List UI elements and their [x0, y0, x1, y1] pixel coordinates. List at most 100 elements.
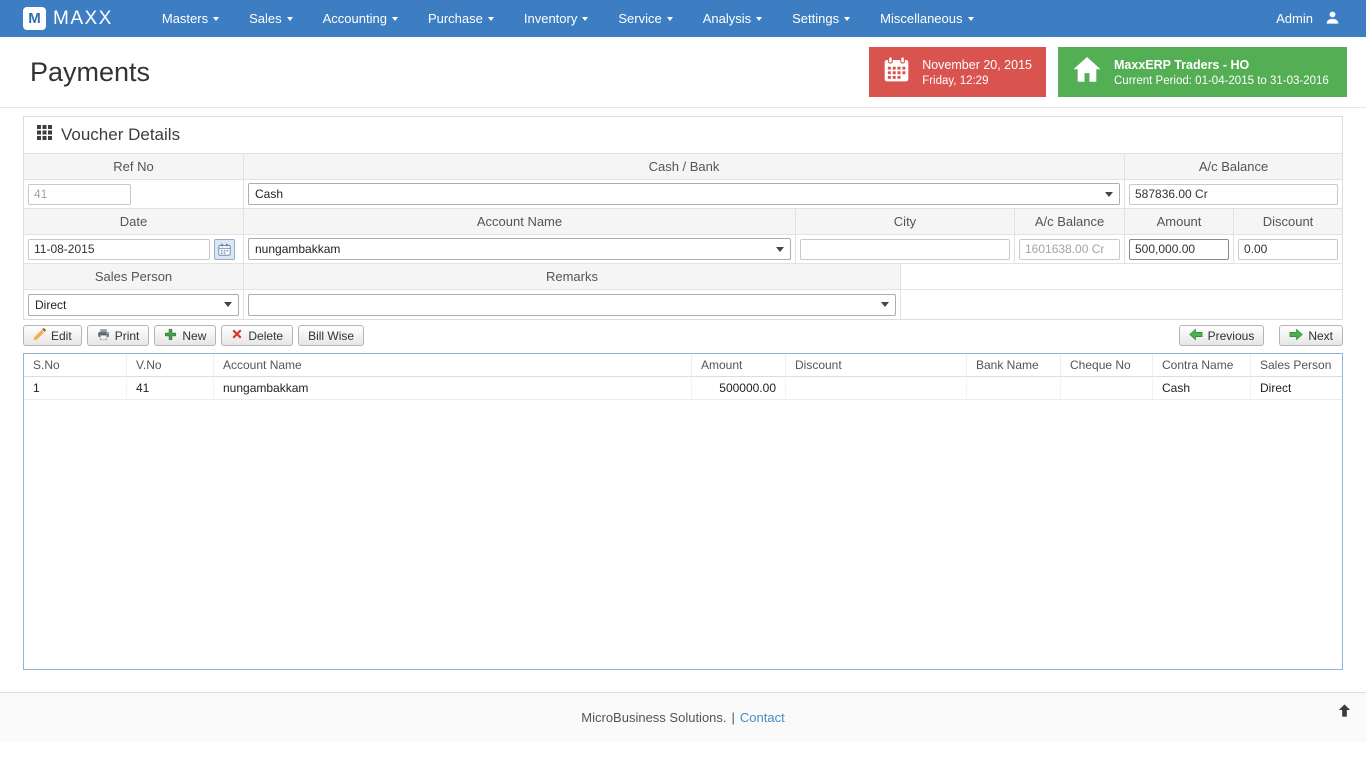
user-menu[interactable]: Admin	[1276, 10, 1340, 28]
col-cheque-no[interactable]: Cheque No	[1061, 354, 1153, 377]
nav-item-label: Accounting	[322, 11, 387, 26]
cell-sno: 1	[24, 377, 127, 400]
col-account-name[interactable]: Account Name	[214, 354, 692, 377]
next-button-label: Next	[1308, 328, 1333, 343]
nav-item-inventory[interactable]: Inventory	[509, 0, 603, 37]
ac-balance-input[interactable]	[1129, 183, 1338, 205]
previous-button-label: Previous	[1207, 328, 1255, 343]
page-header: Payments November 20, 2015 Friday, 12:29	[0, 37, 1366, 108]
table-header-row: S.No V.No Account Name Amount Discount B…	[24, 354, 1342, 377]
nav-item-label: Masters	[161, 11, 209, 26]
label-ref-no: Ref No	[24, 154, 244, 180]
page-title: Payments	[30, 56, 151, 87]
edit-button[interactable]: Edit	[23, 325, 82, 346]
account-name-selected: nungambakkam	[255, 242, 341, 256]
panel-title-text: Voucher Details	[61, 125, 181, 144]
pencil-icon	[33, 327, 46, 344]
cell-vno: 41	[127, 377, 214, 400]
bill-wise-button-label: Bill Wise	[308, 328, 355, 343]
user-icon	[1325, 10, 1340, 28]
remarks-select[interactable]	[248, 293, 896, 316]
label-ac-balance-2: A/c Balance	[1015, 209, 1125, 235]
label-date: Date	[24, 209, 244, 235]
cash-bank-select[interactable]: Cash	[248, 183, 1120, 205]
date-time-box: November 20, 2015 Friday, 12:29	[869, 47, 1046, 97]
label-amount: Amount	[1125, 209, 1234, 235]
arrow-right-icon	[1289, 328, 1304, 344]
delete-button[interactable]: Delete	[221, 325, 294, 346]
chevron-down-icon	[1105, 191, 1113, 197]
account-name-select[interactable]: nungambakkam	[248, 238, 791, 260]
chevron-down-icon	[582, 17, 589, 21]
col-bank-name[interactable]: Bank Name	[967, 354, 1061, 377]
label-remarks: Remarks	[244, 264, 901, 290]
next-button[interactable]: Next	[1279, 325, 1343, 346]
nav-item-service[interactable]: Service	[603, 0, 687, 37]
edit-button-label: Edit	[51, 328, 72, 343]
nav-item-label: Miscellaneous	[880, 11, 963, 26]
cell-contra-name: Cash	[1153, 377, 1251, 400]
chevron-down-icon	[844, 17, 851, 21]
chevron-down-icon	[487, 17, 494, 21]
top-navbar: M MAXX Masters Sales Accounting Purchase…	[0, 0, 1366, 37]
previous-button[interactable]: Previous	[1178, 325, 1265, 346]
company-name: MaxxERP Traders - HO	[1114, 57, 1250, 72]
grid-icon	[37, 125, 52, 145]
chevron-down-icon	[881, 302, 889, 307]
label-city: City	[796, 209, 1015, 235]
amount-input[interactable]	[1129, 238, 1229, 260]
nav-item-accounting[interactable]: Accounting	[308, 0, 413, 37]
col-contra-name[interactable]: Contra Name	[1153, 354, 1251, 377]
nav-item-masters[interactable]: Masters	[147, 0, 234, 37]
cross-icon	[231, 328, 243, 343]
col-vno[interactable]: V.No	[127, 354, 214, 377]
cell-account-name: nungambakkam	[214, 377, 692, 400]
label-ac-balance: A/c Balance	[1125, 154, 1342, 180]
new-button-label: New	[182, 328, 207, 343]
city-input[interactable]	[800, 238, 1010, 260]
cell-discount	[786, 377, 967, 400]
table-row[interactable]: 1 41 nungambakkam 500000.00 Cash Direct	[24, 377, 1342, 400]
label-spacer	[901, 264, 1342, 290]
calendar-small-icon	[218, 243, 231, 256]
ref-no-input[interactable]	[28, 183, 131, 205]
date-picker-button[interactable]	[214, 238, 235, 260]
scroll-to-top-button[interactable]	[1337, 703, 1352, 721]
maxx-logo-icon: M	[23, 7, 46, 30]
bill-wise-button[interactable]: Bill Wise	[298, 325, 365, 346]
sales-person-selected: Direct	[35, 297, 67, 312]
print-button[interactable]: Print	[86, 325, 150, 346]
nav-item-miscellaneous[interactable]: Miscellaneous	[865, 0, 988, 37]
date-input[interactable]	[28, 238, 210, 260]
brand-name: MAXX	[53, 7, 113, 29]
date-time-text: November 20, 2015 Friday, 12:29	[922, 58, 1032, 87]
chevron-down-icon	[776, 246, 784, 252]
ac-balance-2-input[interactable]	[1019, 238, 1120, 260]
nav-item-purchase[interactable]: Purchase	[413, 0, 509, 37]
sales-person-select[interactable]: Direct	[28, 293, 239, 316]
contact-link[interactable]: Contact	[740, 710, 785, 725]
chevron-down-icon	[391, 17, 398, 21]
voucher-table: S.No V.No Account Name Amount Discount B…	[23, 353, 1343, 670]
print-button-label: Print	[114, 328, 140, 343]
col-sales-person[interactable]: Sales Person	[1251, 354, 1342, 377]
chevron-down-icon	[967, 17, 974, 21]
cell-cheque-no	[1061, 377, 1153, 400]
col-sno[interactable]: S.No	[24, 354, 127, 377]
col-discount[interactable]: Discount	[786, 354, 967, 377]
nav-item-sales[interactable]: Sales	[234, 0, 308, 37]
nav-item-analysis[interactable]: Analysis	[688, 0, 777, 37]
footer-separator: |	[731, 710, 735, 725]
printer-icon	[97, 328, 110, 344]
cell-bank-name	[967, 377, 1061, 400]
nav-item-settings[interactable]: Settings	[777, 0, 865, 37]
label-account-name: Account Name	[244, 209, 796, 235]
chevron-down-icon	[666, 17, 673, 21]
discount-input[interactable]	[1238, 238, 1338, 260]
col-amount[interactable]: Amount	[692, 354, 786, 377]
brand[interactable]: M MAXX	[23, 7, 113, 30]
nav-item-label: Settings	[792, 11, 840, 26]
new-button[interactable]: New	[154, 325, 217, 346]
plus-icon	[164, 328, 177, 344]
chevron-down-icon	[213, 17, 220, 21]
